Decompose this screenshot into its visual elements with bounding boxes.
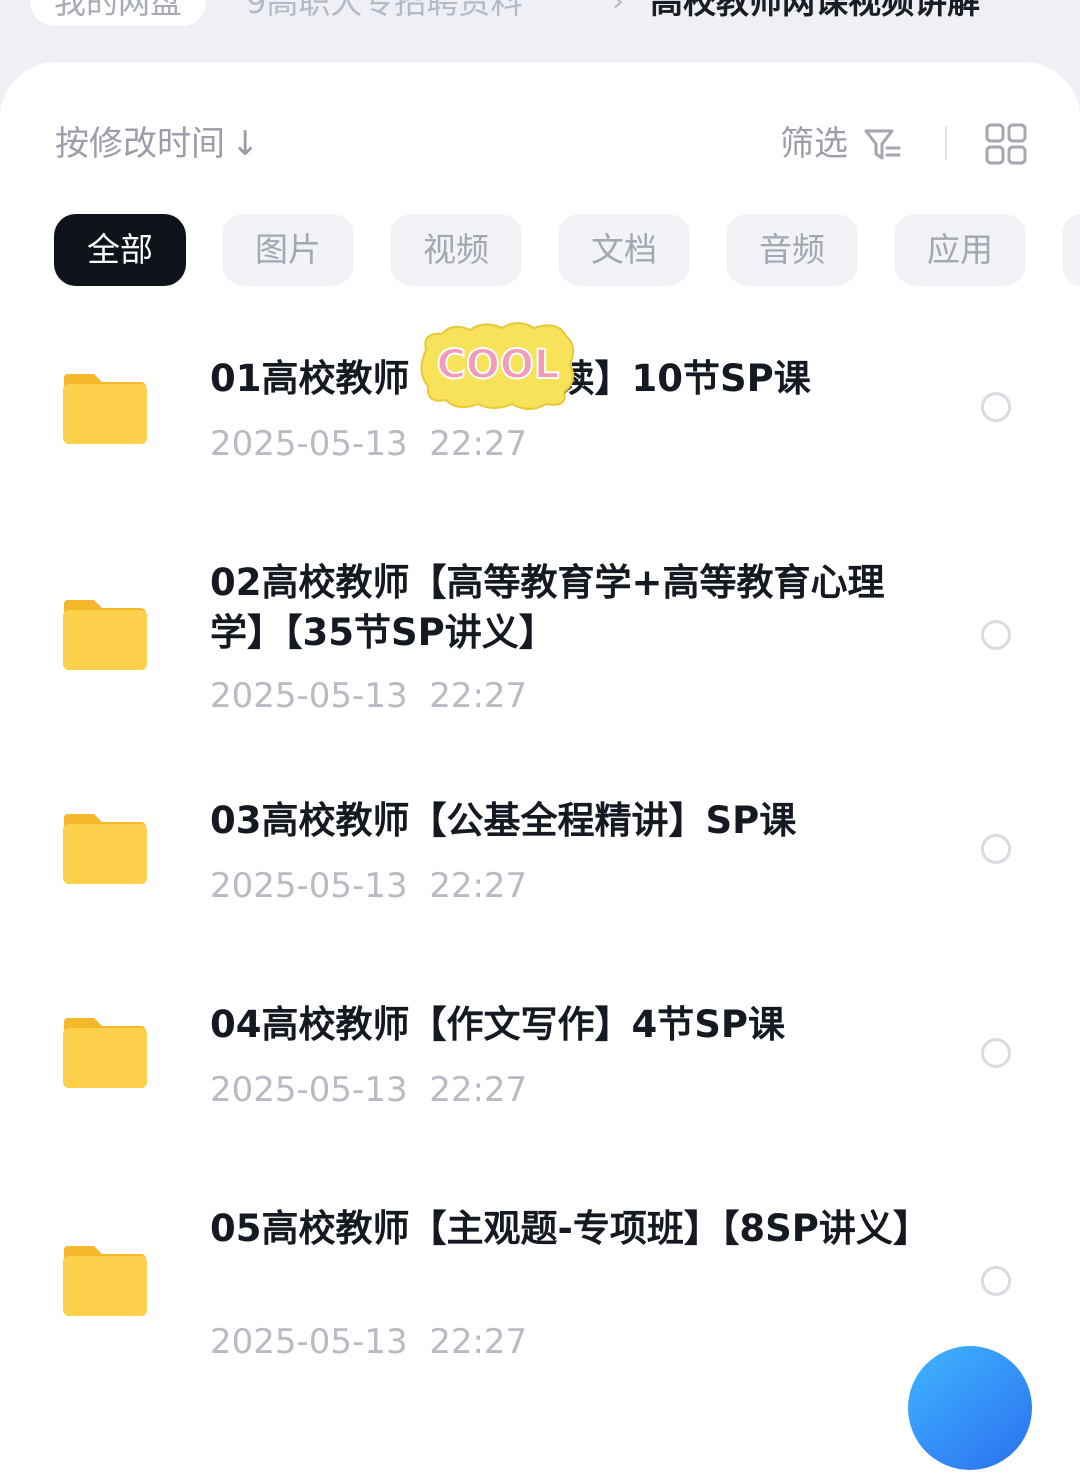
file-date: 2025-05-13 22:27	[210, 424, 528, 464]
toolbar-divider	[945, 126, 947, 160]
breadcrumb-root[interactable]: 我的网盘	[30, 0, 207, 26]
list-item[interactable]: 02高校教师【高等教育学+高等教育心理学】【35节SP讲义】 2025-05-1…	[0, 554, 1080, 744]
cool-sticker: COOL	[420, 322, 575, 410]
folder-icon	[63, 814, 147, 884]
breadcrumb-middle[interactable]: 9高职大专招聘资料	[246, 0, 522, 26]
tab-apps[interactable]: 应用	[894, 214, 1026, 286]
file-name: 03高校教师【公基全程精讲】SP课	[210, 799, 797, 842]
select-radio[interactable]	[981, 1266, 1011, 1296]
file-date: 2025-05-13 22:27	[210, 1322, 528, 1362]
filter-button[interactable]: 筛选	[780, 122, 848, 166]
category-tabs: 全部 图片 视频 文档 音频 应用	[0, 214, 1080, 288]
tab-images[interactable]: 图片	[222, 214, 354, 286]
folder-icon	[63, 600, 147, 670]
list-item[interactable]: 04高校教师【作文写作】4节SP课 2025-05-13 22:27	[0, 996, 1080, 1156]
tab-all[interactable]: 全部	[54, 214, 186, 286]
file-date: 2025-05-13 22:27	[210, 1070, 528, 1110]
select-radio[interactable]	[981, 1038, 1011, 1068]
grid-view-icon[interactable]	[984, 122, 1028, 166]
file-date: 2025-05-13 22:27	[210, 866, 528, 906]
sort-label: 按修改时间	[55, 124, 225, 164]
file-date: 2025-05-13 22:27	[210, 676, 528, 716]
breadcrumb-current: 高校教师网课视频讲解	[650, 0, 980, 21]
breadcrumb-separator: ›	[612, 0, 624, 19]
select-radio[interactable]	[981, 392, 1011, 422]
filter-icon[interactable]	[862, 124, 902, 164]
folder-icon	[63, 1246, 147, 1316]
file-name: 02高校教师【高等教育学+高等教育心理学】【35节SP讲义】	[210, 561, 885, 654]
tab-overflow[interactable]	[1062, 214, 1080, 286]
tab-audio[interactable]: 音频	[726, 214, 858, 286]
tab-documents[interactable]: 文档	[558, 214, 690, 286]
tab-videos[interactable]: 视频	[390, 214, 522, 286]
folder-icon	[63, 374, 147, 444]
file-name: 05高校教师【主观题-专项班】【8SP讲义】	[210, 1207, 930, 1250]
list-item[interactable]: 05高校教师【主观题-专项班】【8SP讲义】 2025-05-13 22:27	[0, 1200, 1080, 1390]
list-item[interactable]: 03高校教师【公基全程精讲】SP课 2025-05-13 22:27	[0, 792, 1080, 952]
select-radio[interactable]	[981, 620, 1011, 650]
breadcrumb: 我的网盘 9高职大专招聘资料 › 高校教师网课视频讲解	[0, 0, 1080, 28]
sort-button[interactable]: 按修改时间 ↓	[55, 122, 260, 166]
file-list-panel: 按修改时间↓ 筛选 全部 图片 视频 文档 音频 应用 01高校教师【专项解读】…	[0, 62, 1080, 1482]
sort-arrow-icon: ↓	[231, 124, 260, 164]
upload-fab-button[interactable]	[908, 1346, 1032, 1470]
svg-text:COOL: COOL	[437, 342, 560, 388]
file-name: 04高校教师【作文写作】4节SP课	[210, 1003, 785, 1046]
folder-icon	[63, 1018, 147, 1088]
select-radio[interactable]	[981, 834, 1011, 864]
